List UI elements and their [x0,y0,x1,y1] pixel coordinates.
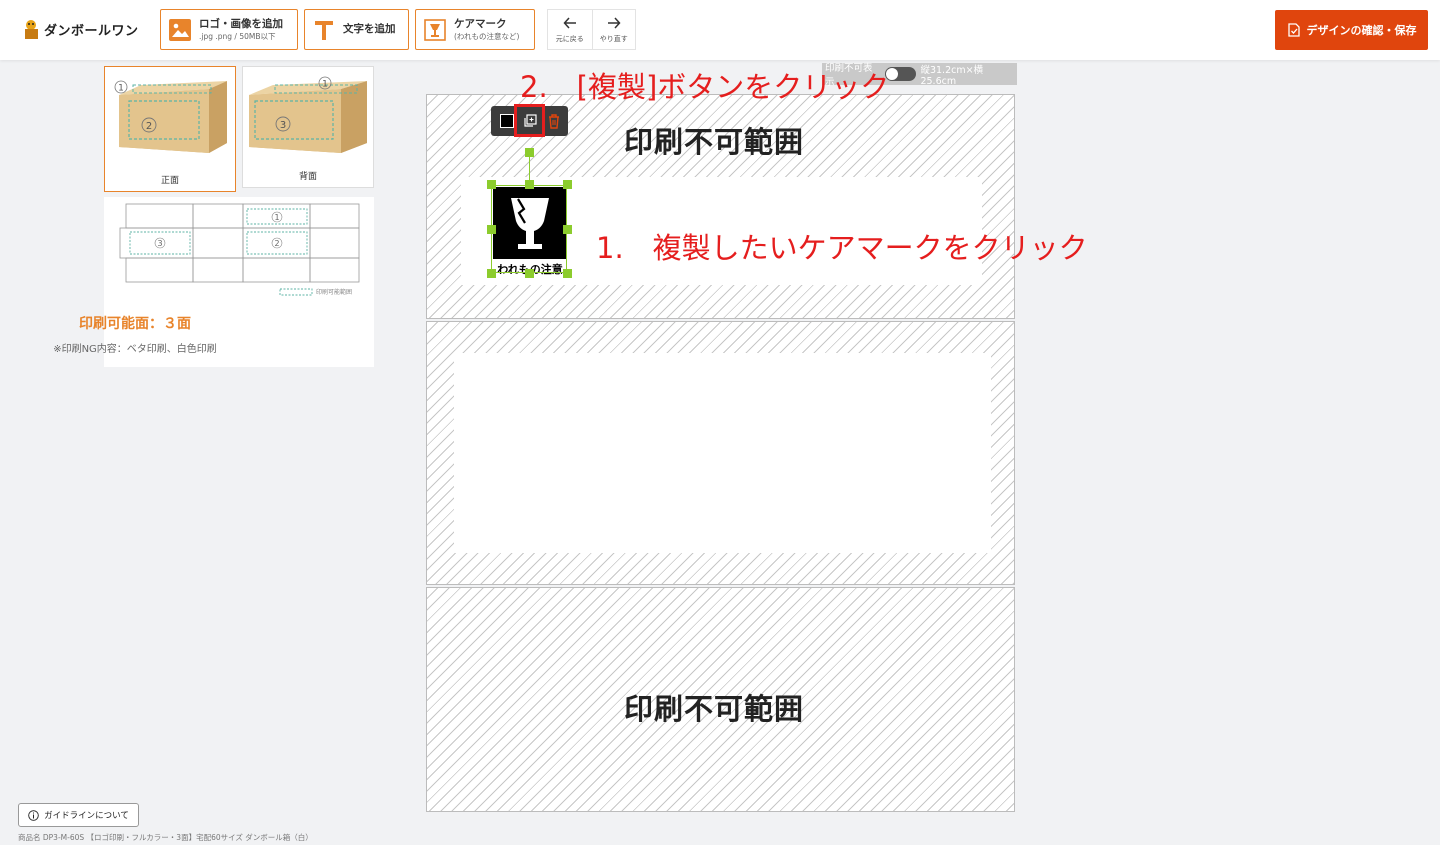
printable-faces-title: 印刷可能面：３面 [79,316,191,332]
face-thumbnail-front[interactable]: 1 2 正面 [104,66,236,192]
arrow-right-icon [607,16,621,29]
add-text-button[interactable]: 文字を追加 [304,9,409,50]
confirm-save-button[interactable]: デザインの確認・保存 [1275,10,1428,50]
noprint-label-top: 印刷不可範囲 [624,125,805,159]
brand-logo[interactable]: ダンボールワン [22,18,139,40]
product-info: 商品名 DP3-M-60S 【ロゴ印刷・フルカラー・3面】宅配60サイズ ダンボ… [18,833,313,842]
duplicate-icon [523,113,537,127]
trash-icon[interactable] [545,112,563,130]
resize-handle-e[interactable] [563,225,572,234]
resize-handle-w[interactable] [487,225,496,234]
info-icon [28,809,39,821]
add-image-button[interactable]: ロゴ・画像を追加 .jpg .png / 50MB以下 [160,9,298,50]
svg-text:2: 2 [146,121,152,132]
svg-text:3: 3 [157,239,162,248]
redo-button[interactable]: やり直す [591,10,636,49]
back-box-image: 1 3 [249,76,367,153]
instruction-step-2: 2. [複製]ボタンをクリック [520,70,890,104]
svg-text:2: 2 [274,239,279,248]
printing-ng-note: ※印刷NG内容：ベタ印刷、白色印刷 [53,344,217,355]
face-label-back: 背面 [298,172,317,182]
arrow-left-icon [563,16,576,29]
history-controls: 元に戻る やり直す [547,9,636,50]
color-swatch[interactable] [500,114,514,128]
face-thumbnail-back[interactable]: 1 3 背面 [242,66,374,188]
resize-handle-n[interactable] [525,180,534,189]
top-toolbar: ダンボールワン ロゴ・画像を追加 .jpg .png / 50MB以下 文字を追… [0,0,1440,60]
face-label-front: 正面 [160,176,179,186]
undo-label: 元に戻る [555,34,584,43]
add-image-label: ロゴ・画像を追加 [199,17,283,30]
canvas-panel-front[interactable] [426,321,1015,585]
selection-border [491,185,567,273]
svg-text:1: 1 [274,213,279,222]
resize-handle-nw[interactable] [487,180,496,189]
guideline-button[interactable]: ガイドラインについて [18,803,139,827]
image-icon [169,18,191,41]
svg-text:3: 3 [280,120,286,131]
instruction-step-1: 1. 複製したいケアマークをクリック [596,231,1088,265]
svg-text:1: 1 [322,80,328,90]
undo-button[interactable]: 元に戻る [548,10,592,49]
box-dimensions: 縦31.2cm×横25.6cm [920,64,984,87]
confirm-save-label: デザインの確認・保存 [1306,24,1417,37]
brand-mascot-icon [25,20,38,39]
noprint-label-bottom: 印刷不可範囲 [624,692,805,726]
rotate-handle[interactable] [525,148,534,157]
care-mark-icon [424,18,446,41]
document-check-icon [1287,23,1300,37]
care-mark-button[interactable]: ケアマーク (われもの注意など) [415,9,535,50]
text-icon [315,20,333,40]
front-box-image: 1 2 [114,80,227,153]
resize-handle-s[interactable] [525,269,534,278]
brand-name: ダンボールワン [44,23,139,39]
care-mark-label: ケアマーク [454,17,507,30]
svg-text:1: 1 [118,84,124,94]
noprint-toggle-switch[interactable] [885,67,917,81]
care-mark-sub: (われもの注意など) [454,32,520,42]
guideline-label: ガイドラインについて [44,811,129,821]
printable-area-front[interactable] [454,353,991,553]
redo-label: やり直す [599,34,628,43]
resize-handle-sw[interactable] [487,269,496,278]
resize-handle-ne[interactable] [563,180,572,189]
add-image-sub: .jpg .png / 50MB以下 [199,32,276,42]
add-text-label: 文字を追加 [343,23,396,36]
canvas-panel-bottom[interactable]: 印刷不可範囲 [426,587,1015,812]
duplicate-button[interactable] [514,104,545,137]
printable-area-legend: 印刷可能範囲 [316,289,353,296]
resize-handle-se[interactable] [563,269,572,278]
